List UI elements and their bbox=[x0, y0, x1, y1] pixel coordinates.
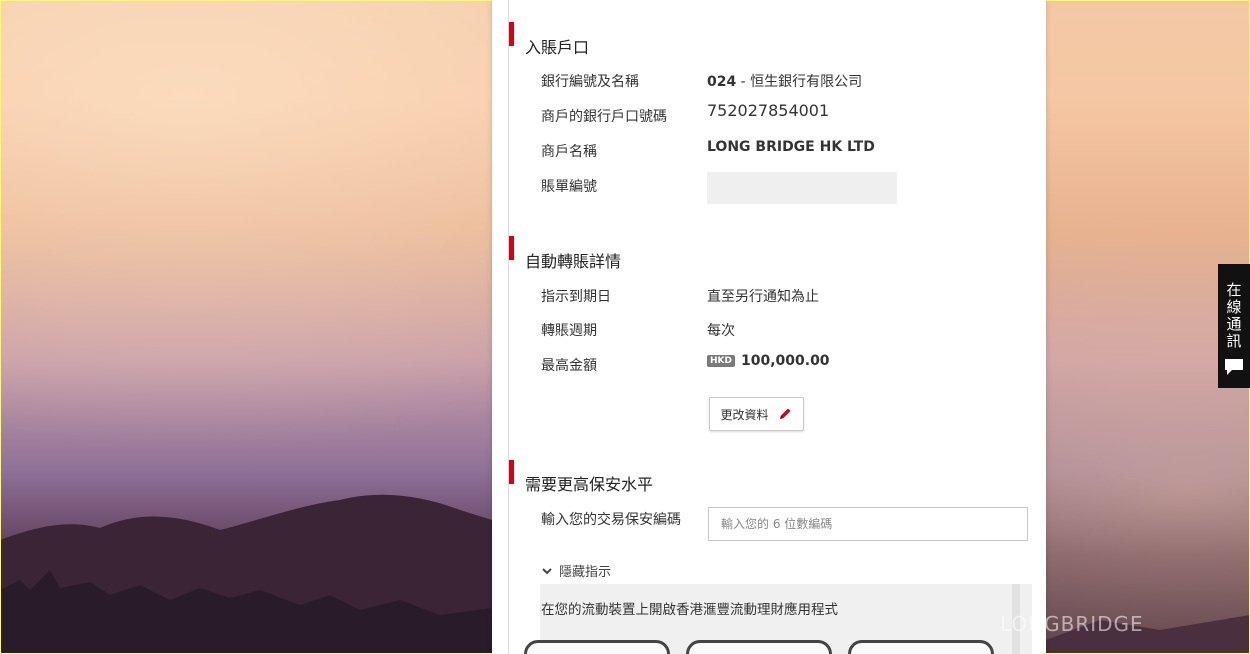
security-code-input[interactable] bbox=[708, 507, 1028, 541]
live-chat-tab[interactable]: 在線通訊 bbox=[1218, 264, 1250, 388]
edit-details-label: 更改資料 bbox=[720, 407, 769, 422]
pencil-icon bbox=[779, 408, 790, 419]
device-illustration bbox=[848, 640, 994, 654]
form-panel: 入賬戶口 銀行編號及名稱 024 - 恒生銀行有限公司 商戶的銀行戶口號碼 75… bbox=[492, 0, 1046, 654]
bank-code-label: 銀行編號及名稱 bbox=[541, 74, 639, 90]
hide-instructions-label: 隱藏指示 bbox=[559, 565, 612, 580]
max-amount-value: HKD 100,000.00 bbox=[707, 353, 830, 369]
transfer-section-title: 自動轉賬詳情 bbox=[525, 252, 622, 271]
chevron-down-icon bbox=[542, 567, 552, 574]
frequency-label: 轉賬週期 bbox=[541, 323, 597, 339]
max-amount-label: 最高金額 bbox=[541, 358, 597, 374]
account-number-value: 752027854001 bbox=[707, 101, 830, 120]
bank-code-number: 024 bbox=[707, 74, 737, 90]
instructions-text: 在您的流動裝置上開啟香港滙豐流動理財應用程式 bbox=[541, 602, 838, 618]
live-chat-label: 在線通訊 bbox=[1224, 282, 1243, 350]
max-amount-number: 100,000.00 bbox=[740, 353, 830, 369]
frequency-value: 每次 bbox=[707, 323, 735, 339]
expiry-label: 指示到期日 bbox=[541, 289, 611, 305]
watermark-logo: LONGBRIDGE bbox=[1000, 612, 1144, 636]
device-illustration bbox=[686, 640, 832, 654]
section-accent-bar bbox=[509, 22, 514, 46]
hide-instructions-toggle[interactable]: 隱藏指示 bbox=[541, 561, 611, 580]
section-accent-bar bbox=[509, 236, 514, 260]
security-code-label: 輸入您的交易保安編碼 bbox=[541, 512, 681, 528]
currency-badge: HKD bbox=[707, 355, 735, 367]
account-number-label: 商戶的銀行戶口號碼 bbox=[541, 109, 667, 125]
bank-name: - 恒生銀行有限公司 bbox=[736, 74, 863, 90]
expiry-value: 直至另行通知為止 bbox=[707, 289, 819, 305]
edit-details-button[interactable]: 更改資料 bbox=[709, 397, 804, 431]
bill-number-field bbox=[707, 172, 897, 204]
bill-number-label: 賬單編號 bbox=[541, 179, 597, 195]
merchant-name-value: LONG BRIDGE HK LTD bbox=[707, 139, 875, 155]
bank-code-value: 024 - 恒生銀行有限公司 bbox=[707, 71, 862, 91]
chat-bubble-icon bbox=[1225, 359, 1243, 375]
account-section-title: 入賬戶口 bbox=[525, 38, 590, 57]
merchant-name-label: 商戶名稱 bbox=[541, 144, 597, 160]
section-accent-bar bbox=[509, 460, 514, 484]
form-content: 入賬戶口 銀行編號及名稱 024 - 恒生銀行有限公司 商戶的銀行戶口號碼 75… bbox=[508, 0, 1032, 654]
security-section-title: 需要更高保安水平 bbox=[525, 475, 654, 494]
device-illustration bbox=[524, 640, 670, 654]
